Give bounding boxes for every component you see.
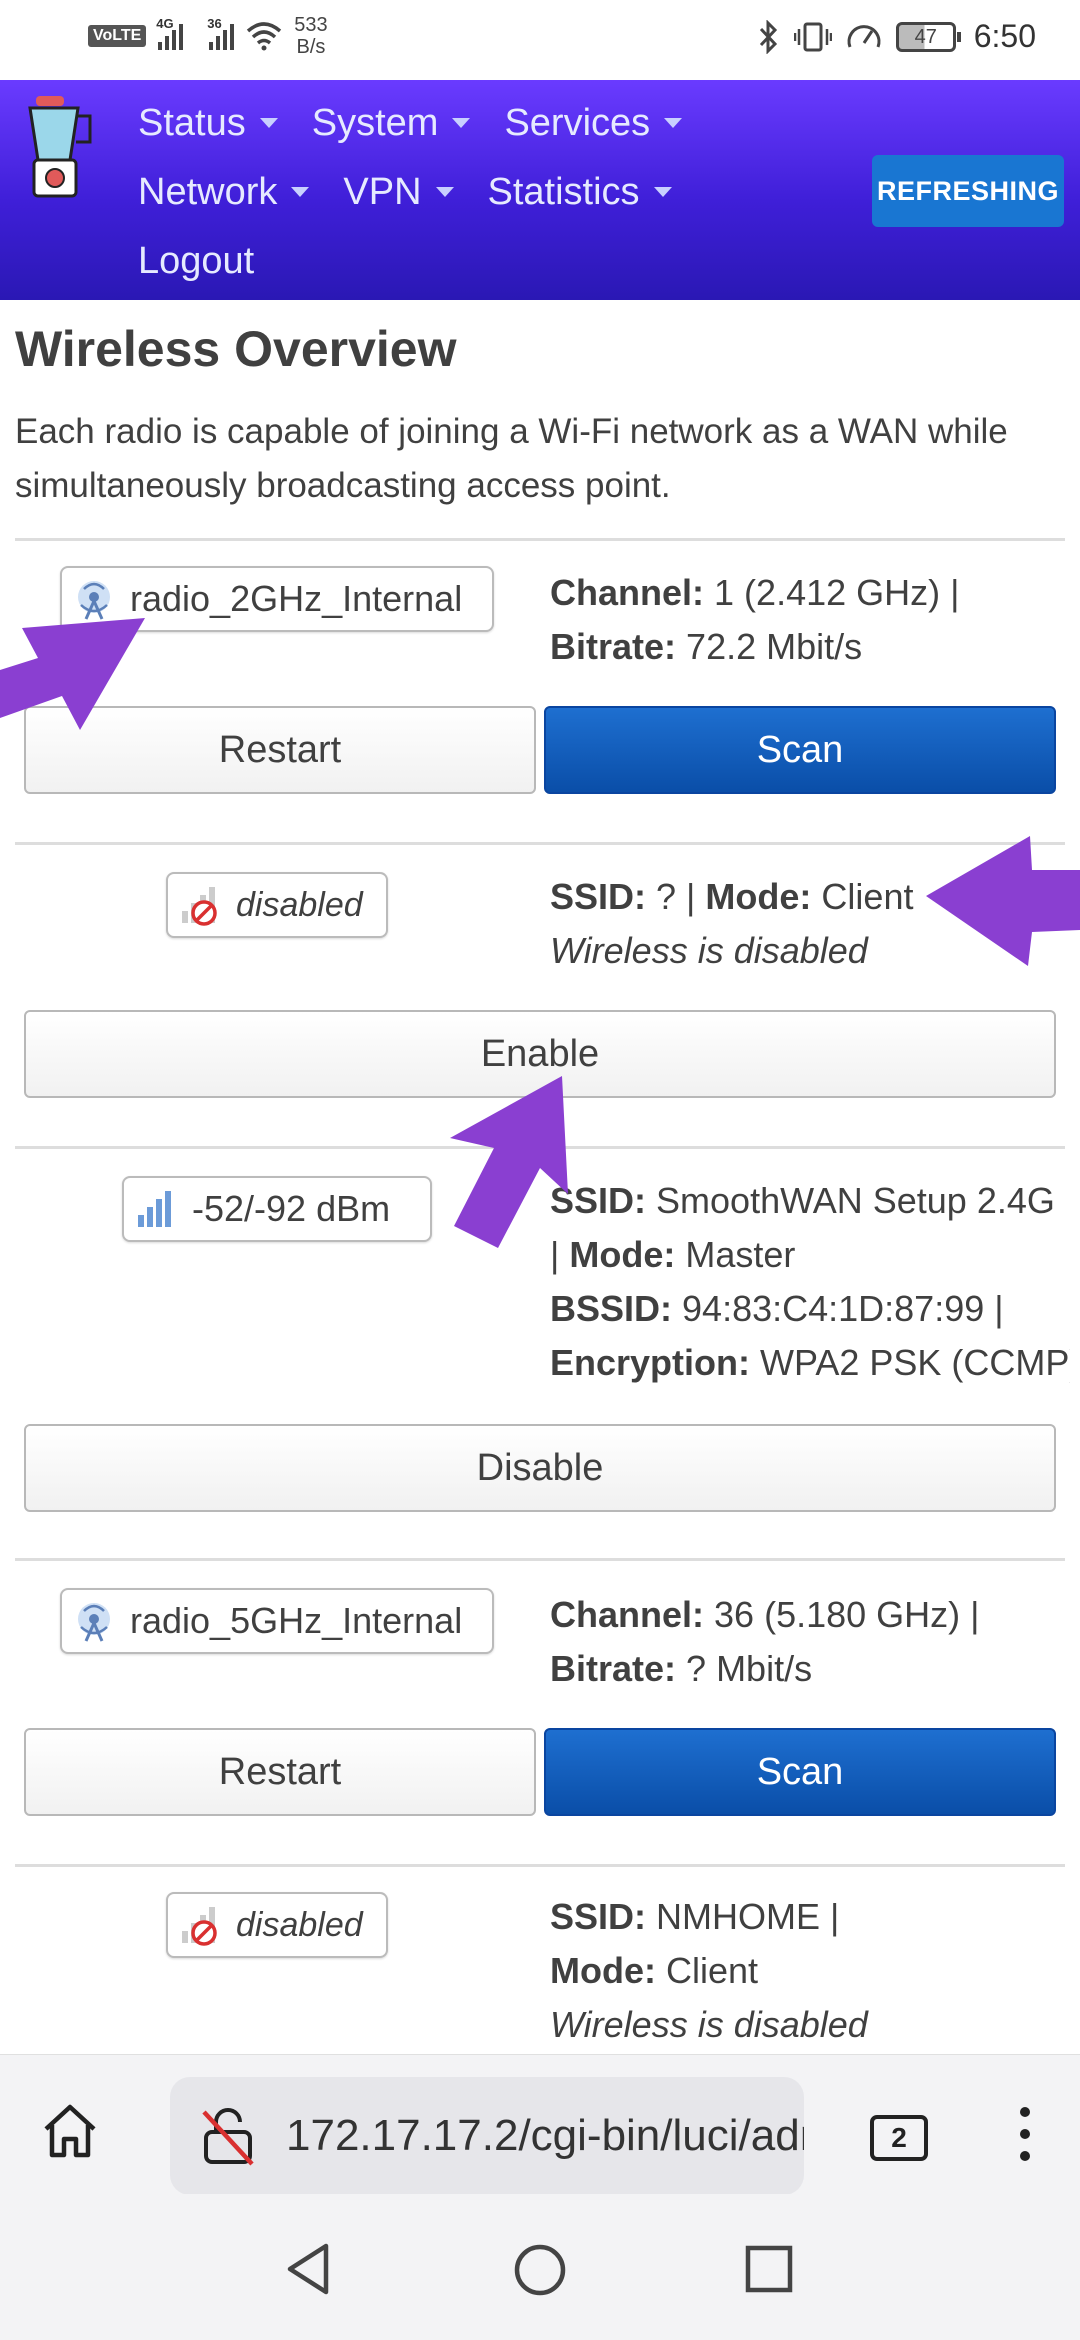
radio-2ghz-info: Channel: 1 (2.412 GHz) | Bitrate: 72.2 M… (550, 572, 960, 667)
nav-system[interactable]: System (312, 102, 471, 145)
signal-strength-icon (138, 1191, 171, 1227)
browser-toolbar: 172.17.17.2/cgi-bin/luci/admin/network/w… (0, 2054, 1080, 2195)
radio-5ghz-badge: radio_5GHz_Internal (60, 1588, 494, 1654)
back-icon[interactable] (284, 2242, 334, 2296)
iface2-info: SSID: SmoothWAN Setup 2.4G | Mode: Maste… (550, 1180, 1070, 1383)
speedometer-icon (847, 24, 881, 48)
bluetooth-icon (759, 19, 777, 54)
nav-services[interactable]: Services (504, 102, 683, 145)
overflow-menu-icon[interactable] (1020, 2107, 1032, 2167)
annotation-arrow (926, 836, 1080, 966)
iface3-info: SSID: NMHOME | Mode: Client Wireless is … (550, 1896, 868, 2045)
blender-logo-icon[interactable] (22, 90, 102, 200)
app-header: Status System Services Network VPN Stati… (0, 80, 1080, 300)
page-description: Each radio is capable of joining a Wi-Fi… (15, 412, 1008, 505)
url-text: 172.17.17.2/cgi-bin/luci/admin/network/w… (286, 2111, 804, 2160)
annotation-arrow (450, 1076, 568, 1248)
scan-5ghz-button[interactable]: Scan (544, 1728, 1056, 1816)
divider (15, 1558, 1065, 1561)
chevron-down-icon (653, 187, 672, 197)
page-title: Wireless Overview (15, 321, 457, 377)
divider (15, 842, 1065, 845)
divider (15, 1864, 1065, 1867)
insecure-lock-icon[interactable] (200, 2106, 256, 2166)
refreshing-button[interactable]: REFRESHING (872, 155, 1064, 227)
iface-status-badge: disabled (166, 1892, 388, 1958)
sim1-signal-icon: 4G (156, 16, 184, 50)
battery-icon: 47 (895, 21, 961, 52)
chevron-down-icon (664, 118, 683, 128)
net-speed: 533 B/s (294, 14, 328, 58)
nav-statistics[interactable]: Statistics (488, 171, 672, 214)
nav-vpn[interactable]: VPN (343, 171, 454, 214)
sim2-signal-icon: 36 (207, 16, 235, 50)
radio-5ghz-info: Channel: 36 (5.180 GHz) | Bitrate: ? Mbi… (550, 1594, 980, 1689)
status-bar: VoLTE 4G 36 533 B/s 47 6:50 (0, 0, 1080, 80)
disable-button[interactable]: Disable (24, 1424, 1056, 1512)
annotation-arrow (0, 618, 145, 730)
radio-name: radio_5GHz_Internal (130, 1600, 463, 1641)
home-circle-icon[interactable] (512, 2242, 568, 2298)
wifi-icon (247, 22, 282, 51)
nav-logout[interactable]: Logout (138, 240, 254, 283)
recents-square-icon[interactable] (744, 2244, 794, 2294)
nav-status[interactable]: Status (138, 102, 278, 145)
vibrate-icon (793, 22, 832, 51)
volte-icon: VoLTE (88, 25, 147, 47)
signal-disabled-icon (182, 1907, 217, 1946)
chevron-down-icon (435, 187, 454, 197)
home-icon[interactable] (40, 2101, 100, 2161)
chevron-down-icon (452, 118, 471, 128)
divider (15, 538, 1065, 541)
system-nav-bar (0, 2194, 1080, 2340)
signal-disabled-icon (182, 887, 217, 926)
chevron-down-icon (291, 187, 310, 197)
chevron-down-icon (259, 118, 278, 128)
signal-strength-badge: -52/-92 dBm (122, 1176, 432, 1242)
restart-5ghz-button[interactable]: Restart (24, 1728, 536, 1816)
radio-antenna-icon (78, 1603, 110, 1642)
iface-status-badge: disabled (166, 872, 388, 938)
address-bar[interactable]: 172.17.17.2/cgi-bin/luci/admin/network/w… (170, 2077, 804, 2195)
main-nav: Status System Services Network VPN Stati… (138, 88, 758, 296)
scan-2ghz-button[interactable]: Scan (544, 706, 1056, 794)
radio-name: radio_2GHz_Internal (130, 578, 463, 619)
nav-network[interactable]: Network (138, 171, 310, 214)
tab-switcher-button[interactable]: 2 (870, 2115, 928, 2161)
clock: 6:50 (973, 18, 1036, 54)
